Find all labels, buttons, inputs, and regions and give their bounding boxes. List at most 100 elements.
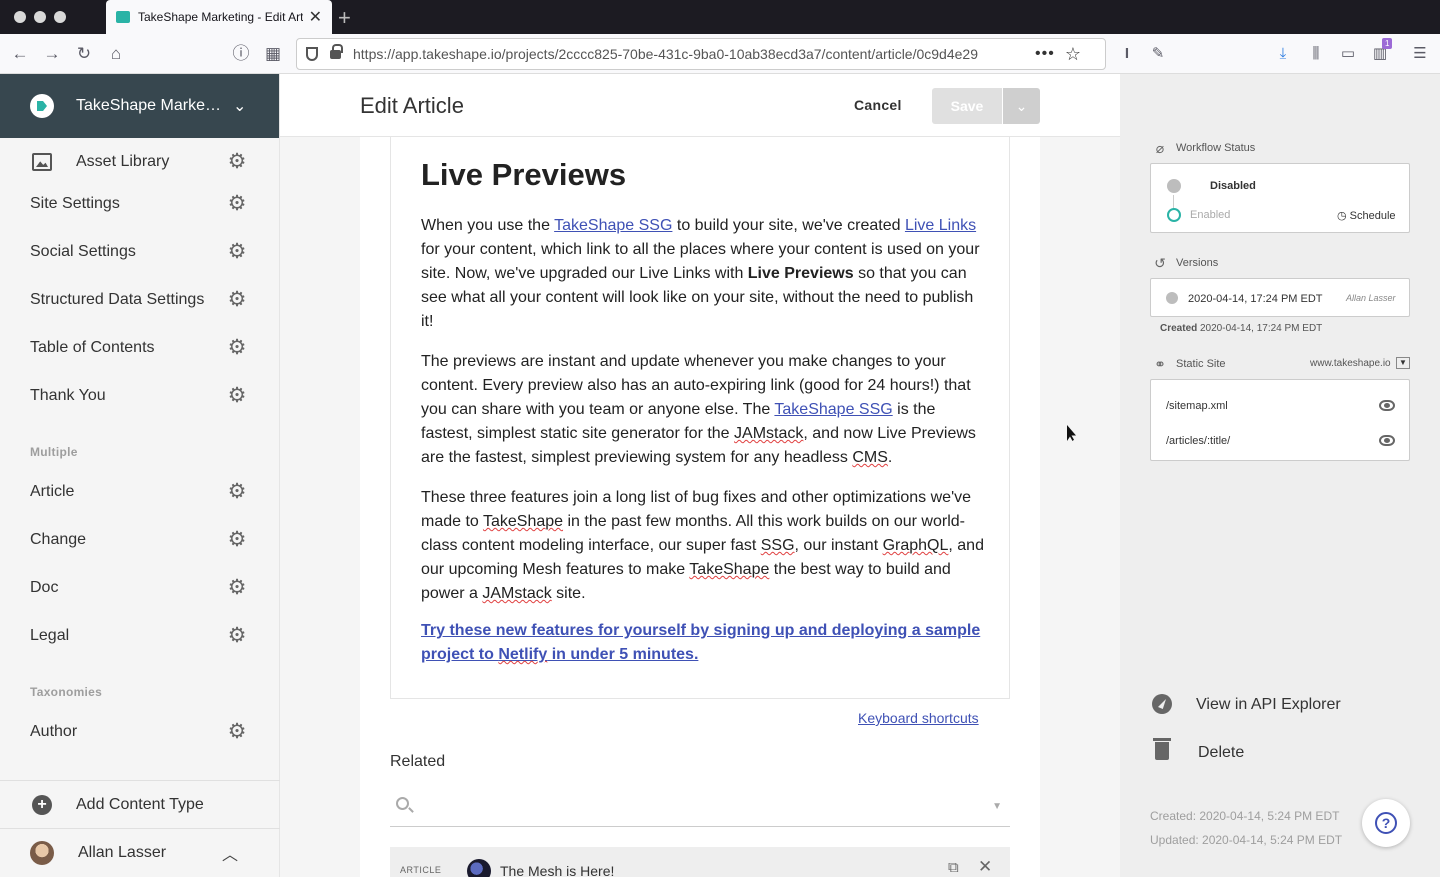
sidebar-item-asset-library[interactable]: Asset Library ⚙ — [0, 140, 280, 184]
gear-icon[interactable]: ⚙ — [226, 481, 248, 503]
tracking-shield-icon[interactable] — [306, 47, 318, 61]
created-meta: Created: 2020-04-14, 5:24 PM EDT — [1150, 809, 1340, 823]
link-live-links[interactable]: Live Links — [905, 217, 976, 234]
add-content-type-label: Add Content Type — [76, 795, 204, 813]
status-disabled-label[interactable]: Disabled — [1210, 180, 1256, 192]
open-external-icon[interactable]: ⧉ — [948, 859, 959, 876]
gear-icon[interactable]: ⚙ — [226, 241, 248, 263]
forward-arrow-icon[interactable]: → — [40, 42, 64, 66]
library-icon[interactable]: ⫼ — [1304, 42, 1328, 66]
cancel-button[interactable]: Cancel — [854, 97, 902, 113]
user-menu[interactable]: Allan Lasser ︿ — [0, 828, 280, 877]
hamburger-menu-icon[interactable]: ☰ — [1408, 42, 1432, 66]
browser-tab[interactable]: TakeShape Marketing - Edit Arti ✕ — [106, 0, 332, 34]
pin-icon[interactable]: ✎ — [1146, 42, 1170, 66]
add-content-type-button[interactable]: + Add Content Type — [0, 780, 280, 828]
close-window-icon[interactable] — [14, 11, 26, 23]
text-run: to build your site, we've created — [672, 217, 905, 234]
updated-meta: Updated: 2020-04-14, 5:24 PM EDT — [1150, 833, 1343, 847]
link-takeshape-ssg[interactable]: TakeShape SSG — [554, 217, 672, 234]
gear-icon[interactable]: ⚙ — [226, 577, 248, 599]
sidebar-item-label: Asset Library — [76, 153, 170, 170]
sidebar-item-label: Table of Contents — [30, 339, 155, 356]
version-row[interactable]: 2020-04-14, 17:24 PM EDT Allan Lasser — [1150, 278, 1410, 317]
sidebar-item-site-settings[interactable]: Site Settings ⚙ — [0, 182, 280, 226]
bookmark-star-icon[interactable]: ☆ — [1065, 44, 1081, 65]
sidebar-item-structured-data-settings[interactable]: Structured Data Settings ⚙ — [0, 278, 280, 322]
lock-icon[interactable] — [330, 43, 343, 59]
help-button[interactable]: ? — [1362, 799, 1410, 847]
paragraph-1[interactable]: When you use the TakeShape SSG to build … — [421, 214, 986, 334]
sidebar-item-change[interactable]: Change ⚙ — [0, 518, 280, 562]
gear-icon[interactable]: ⚙ — [226, 151, 248, 173]
trash-icon — [1153, 738, 1171, 760]
minimize-window-icon[interactable] — [34, 11, 46, 23]
sidebar-item-social-settings[interactable]: Social Settings ⚙ — [0, 230, 280, 274]
browser-navbar: ← → ↻ ⌂ ⓘ ▦ https://app.takeshape.io/pro… — [0, 34, 1440, 74]
link-takeshape-ssg[interactable]: TakeShape SSG — [774, 401, 892, 418]
related-item[interactable]: ARTICLE The Mesh is Here! ⧉ ✕ — [390, 847, 1010, 877]
version-author: Allan Lasser — [1346, 293, 1396, 303]
paragraph-3[interactable]: These three features join a long list of… — [421, 486, 986, 606]
sidebar-toggle-icon[interactable]: ▭ — [1336, 42, 1360, 66]
sidebar-item-thank-you[interactable]: Thank You ⚙ — [0, 374, 280, 418]
gear-icon[interactable]: ⚙ — [226, 625, 248, 647]
link-icon: ⚭ — [1154, 356, 1166, 372]
caret-down-icon[interactable]: ▼ — [992, 801, 1002, 812]
new-tab-button[interactable]: + — [338, 5, 351, 31]
gear-icon[interactable]: ⚙ — [226, 193, 248, 215]
keyboard-shortcuts-link[interactable]: Keyboard shortcuts — [858, 710, 979, 726]
paragraph-2[interactable]: The previews are instant and update when… — [421, 350, 986, 470]
url-text[interactable]: https://app.takeshape.io/projects/2cccc8… — [353, 46, 1023, 62]
delete-button[interactable]: Delete — [1150, 738, 1410, 768]
url-bar[interactable]: https://app.takeshape.io/projects/2cccc8… — [296, 38, 1106, 70]
status-dot-enabled[interactable] — [1167, 208, 1181, 222]
gear-icon[interactable]: ⚙ — [226, 385, 248, 407]
project-switcher[interactable]: TakeShape Marketing ⌄ — [0, 74, 279, 138]
extension-icon[interactable]: ▥ 1 — [1368, 38, 1393, 66]
close-icon[interactable]: ✕ — [978, 857, 992, 877]
text-cursor-icon[interactable]: I — [1115, 42, 1139, 66]
zoom-window-icon[interactable] — [54, 11, 66, 23]
gear-icon[interactable]: ⚙ — [226, 289, 248, 311]
related-item-title: The Mesh is Here! — [500, 863, 615, 877]
page-actions-more-icon[interactable]: ••• — [1035, 45, 1055, 63]
details-panel: ⌀ Workflow Status Disabled Enabled ◷ Sch… — [1120, 74, 1440, 877]
sidebar-item-author[interactable]: Author ⚙ — [0, 710, 280, 754]
download-icon[interactable]: ⤓ — [1271, 42, 1295, 66]
save-button[interactable]: Save — [932, 88, 1002, 124]
chevron-up-icon[interactable]: ︿ — [222, 841, 238, 865]
sidebar-item-article[interactable]: Article ⚙ — [0, 470, 280, 514]
status-enabled-label[interactable]: Enabled — [1190, 209, 1230, 221]
eye-icon[interactable] — [1379, 400, 1395, 411]
version-dot — [1166, 292, 1178, 304]
reload-icon[interactable]: ↻ — [72, 42, 96, 66]
cta-paragraph[interactable]: Try these new features for yourself by s… — [421, 619, 981, 667]
close-tab-icon[interactable]: ✕ — [309, 7, 322, 27]
sidebar-item-doc[interactable]: Doc ⚙ — [0, 566, 280, 610]
sidebar-item-table-of-contents[interactable]: Table of Contents ⚙ — [0, 326, 280, 370]
sidebar-item-legal[interactable]: Legal ⚙ — [0, 614, 280, 658]
back-arrow-icon[interactable]: ← — [8, 42, 32, 66]
extensions-grid-icon[interactable]: ▦ — [261, 42, 285, 66]
home-icon[interactable]: ⌂ — [104, 42, 128, 66]
eye-icon[interactable] — [1379, 435, 1395, 446]
article-heading[interactable]: Live Previews — [421, 157, 626, 193]
gear-icon[interactable]: ⚙ — [226, 529, 248, 551]
caret-down-icon[interactable]: ▼ — [1396, 357, 1410, 369]
article-form: Live Previews When you use the TakeShape… — [360, 137, 1040, 877]
view-in-api-explorer-button[interactable]: View in API Explorer — [1150, 690, 1410, 720]
gear-icon[interactable]: ⚙ — [226, 337, 248, 359]
save-options-dropdown[interactable]: ⌄ — [1003, 88, 1040, 124]
related-search-input[interactable]: ▼ — [390, 785, 1010, 827]
schedule-label: Schedule — [1349, 210, 1396, 222]
info-icon[interactable]: ⓘ — [229, 42, 253, 66]
chevron-down-icon[interactable]: ⌄ — [233, 96, 246, 116]
gear-icon[interactable]: ⚙ — [226, 721, 248, 743]
rich-text-editor[interactable]: Live Previews When you use the TakeShape… — [390, 137, 1010, 699]
schedule-button[interactable]: ◷ Schedule — [1337, 209, 1396, 222]
static-site-select[interactable]: www.takeshape.io — [1310, 358, 1391, 369]
text-run: in under 5 minutes. — [547, 646, 699, 663]
cta-link[interactable]: Try these new features for yourself by s… — [421, 622, 980, 663]
status-dot-disabled[interactable] — [1167, 179, 1181, 193]
